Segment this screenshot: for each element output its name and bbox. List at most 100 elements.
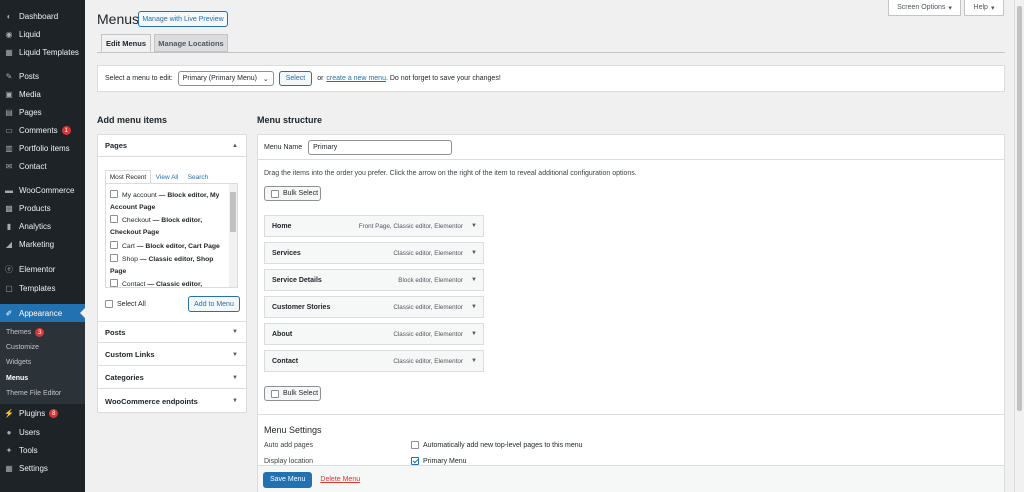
caret-down-icon[interactable]: ▼: [471, 277, 477, 283]
checkbox[interactable]: [411, 441, 419, 449]
caret-down-icon[interactable]: ▼: [471, 223, 477, 229]
select-button[interactable]: Select: [278, 71, 313, 86]
list-item[interactable]: Cart — Block editor, Cart Page: [110, 241, 228, 253]
checkbox[interactable]: [271, 389, 279, 398]
menu-select[interactable]: Primary (Primary Menu) ⌄: [177, 71, 274, 86]
menu-item-services[interactable]: Services Classic editor, Elementor ▼: [264, 242, 484, 264]
sidebar-label: Users: [19, 428, 40, 437]
page-title-text: My account: [122, 192, 157, 199]
sidebar-label: Marketing: [19, 240, 55, 249]
bulk-select-top[interactable]: Bulk Select: [264, 186, 321, 201]
list-item[interactable]: My account — Block editor, My Account Pa…: [110, 190, 228, 214]
section-custom-links-header[interactable]: Custom Links ▼: [98, 344, 246, 366]
checkbox[interactable]: [105, 300, 113, 308]
menu-item-meta: Block editor, Elementor: [398, 276, 463, 284]
admin-sidebar: ◐ Dashboard ◉ Liquid ▦ Liquid Templates ✎ Po…: [0, 0, 85, 492]
sidebar-item-templates[interactable]: ▢ Templates: [0, 280, 85, 297]
submenu-item-theme-file-editor[interactable]: Theme File Editor: [6, 390, 61, 397]
checkbox[interactable]: [110, 190, 118, 198]
sidebar-item-products[interactable]: ▩ Products: [0, 200, 85, 217]
sidebar-item-liquid[interactable]: ◉ Liquid: [0, 26, 85, 43]
sidebar-item-portfolio[interactable]: ▥ Portfolio items: [0, 140, 85, 157]
menu-item-contact[interactable]: Contact Classic editor, Elementor ▼: [264, 350, 484, 372]
section-categories-header[interactable]: Categories ▼: [98, 367, 246, 389]
menu-item-title: Home: [272, 222, 292, 230]
auto-add-label: Auto add pages: [264, 442, 314, 449]
caret-down-icon[interactable]: ▼: [471, 250, 477, 256]
list-item[interactable]: Checkout — Block editor, Checkout Page: [110, 215, 228, 239]
sidebar-item-contact[interactable]: ✉ Contact: [0, 158, 85, 175]
submenu-item-menus[interactable]: Menus: [6, 375, 28, 382]
delete-menu-link[interactable]: Delete Menu: [320, 476, 360, 483]
tab-view-all[interactable]: View All: [153, 170, 181, 184]
brush-icon: ✐: [5, 308, 13, 318]
bulk-select-bottom[interactable]: Bulk Select: [264, 386, 321, 401]
save-menu-button[interactable]: Save Menu: [263, 471, 313, 488]
submenu-item-customize[interactable]: Customize: [6, 344, 39, 351]
menu-structure-panel: Menu Name Primary Drag the items into th…: [257, 134, 1005, 492]
sidebar-item-appearance[interactable]: ✐ Appearance: [0, 304, 85, 322]
caret-down-icon[interactable]: ▼: [471, 304, 477, 310]
page-scroll-thumb[interactable]: [1017, 6, 1022, 411]
menu-item-home[interactable]: Home Front Page, Classic editor, Elemento…: [264, 215, 484, 237]
sidebar-item-plugins[interactable]: ⚡ Plugins 8: [0, 405, 85, 422]
checkbox[interactable]: [110, 279, 118, 287]
list-item[interactable]: Contact — Classic editor,: [110, 279, 228, 287]
tab-edit-menus[interactable]: Edit Menus: [101, 34, 151, 52]
checkbox[interactable]: [110, 254, 118, 262]
submenu-item-widgets[interactable]: Widgets: [6, 359, 31, 366]
page-scrollbar[interactable]: [1014, 0, 1024, 492]
display-location-option[interactable]: Primary Menu: [411, 457, 467, 465]
screen-options-button[interactable]: Screen Options ▾: [888, 0, 961, 16]
checkbox-checked[interactable]: [411, 457, 419, 465]
live-preview-button[interactable]: Manage with Live Preview: [138, 11, 228, 27]
caret-down-icon[interactable]: ▼: [471, 358, 477, 364]
section-pages-header[interactable]: Pages ▲: [98, 135, 246, 157]
sidebar-item-dashboard[interactable]: ◐ Dashboard: [0, 8, 85, 25]
caret-down-icon: ▾: [990, 4, 995, 12]
sidebar-item-pages[interactable]: ▤ Pages: [0, 104, 85, 121]
section-woocommerce-endpoints-header[interactable]: WooCommerce endpoints ▼: [98, 390, 246, 412]
menu-item-about[interactable]: About Classic editor, Elementor ▼: [264, 323, 484, 345]
section-posts-header[interactable]: Posts ▼: [98, 321, 246, 343]
sidebar-item-woocommerce[interactable]: ▬ WooCommerce: [0, 182, 85, 199]
sidebar-item-marketing[interactable]: ◢ Marketing: [0, 236, 85, 253]
select-all-control[interactable]: Select All: [105, 300, 146, 308]
sidebar-item-liquid-templates[interactable]: ▦ Liquid Templates: [0, 44, 85, 61]
sidebar-item-media[interactable]: ▣ Media: [0, 86, 85, 103]
sidebar-item-elementor[interactable]: ⓔ Elementor: [0, 261, 85, 278]
checkbox[interactable]: [110, 215, 118, 223]
or-text: or: [317, 75, 324, 82]
sidebar-label: Tools: [19, 446, 38, 455]
list-scroll-thumb[interactable]: [230, 192, 236, 232]
sidebar-label: Media: [19, 90, 41, 99]
checkbox[interactable]: [110, 241, 118, 249]
sidebar-item-settings[interactable]: ▦ Settings: [0, 460, 85, 477]
sidebar-label: Pages: [19, 108, 42, 117]
sidebar-item-users[interactable]: ● Users: [0, 424, 85, 441]
sidebar-item-posts[interactable]: ✎ Posts: [0, 68, 85, 85]
add-to-menu-button[interactable]: Add to Menu: [188, 296, 240, 312]
sidebar-item-comments[interactable]: ▭ Comments 1: [0, 122, 85, 139]
menu-structure-heading: Menu structure: [257, 115, 323, 125]
submenu-item-themes[interactable]: Themes 3: [6, 328, 45, 337]
checkbox[interactable]: [271, 189, 279, 198]
help-button[interactable]: Help ▾: [964, 0, 1004, 16]
sidebar-item-analytics[interactable]: ▮ Analytics: [0, 218, 85, 235]
auto-add-option[interactable]: Automatically add new top-level pages to…: [411, 441, 583, 449]
submenu-label: Themes: [6, 329, 32, 336]
media-icon: ▣: [5, 90, 13, 99]
menu-item-service-details[interactable]: Service Details Block editor, Elementor ▼: [264, 269, 484, 291]
menu-name-input[interactable]: Primary: [308, 139, 453, 155]
list-item[interactable]: Shop — Classic editor, Shop Page: [110, 254, 228, 278]
folder-icon: ▢: [5, 284, 13, 293]
list-scrollbar[interactable]: [229, 184, 237, 287]
menu-item-customer-stories[interactable]: Customer Stories Classic editor, Elemento…: [264, 296, 484, 318]
settings-divider: [258, 414, 1004, 415]
create-menu-link[interactable]: create a new menu: [326, 75, 386, 82]
tab-search[interactable]: Search: [185, 170, 211, 184]
tab-most-recent[interactable]: Most Recent: [105, 170, 151, 184]
caret-down-icon[interactable]: ▼: [471, 331, 477, 337]
sidebar-item-tools[interactable]: ✦ Tools: [0, 442, 85, 459]
tab-manage-locations[interactable]: Manage Locations: [154, 34, 228, 52]
